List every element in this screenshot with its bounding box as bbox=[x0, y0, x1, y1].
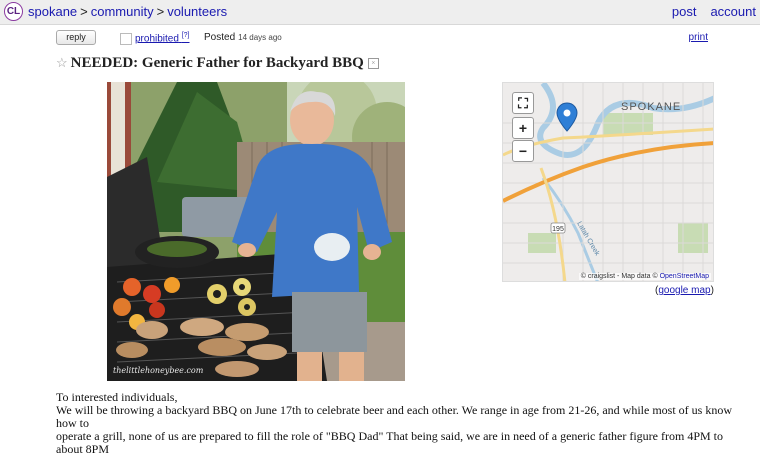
body-line: We will be throwing a backyard BBQ on Ju… bbox=[56, 403, 732, 430]
posted-date: Posted 14 days ago bbox=[204, 32, 282, 43]
bbq-photo-illustration bbox=[107, 82, 405, 381]
fullscreen-icon[interactable]: ⛶ bbox=[512, 92, 534, 114]
highway-shield-label: 195 bbox=[552, 226, 564, 233]
favorite-star-icon[interactable]: ☆ bbox=[56, 55, 68, 70]
map-tiles: 195 Latah Creek bbox=[503, 83, 713, 281]
map-city-label: SPOKANE bbox=[621, 101, 682, 113]
breadcrumb-city[interactable]: spokane bbox=[28, 4, 77, 19]
flag-checkbox[interactable] bbox=[120, 33, 132, 45]
account-link[interactable]: account bbox=[710, 4, 756, 19]
body-line: operate a grill, none of us are prepared… bbox=[56, 429, 724, 456]
posting-photo[interactable]: thelittlehoneybee.com bbox=[107, 82, 405, 381]
prohibited-label[interactable]: prohibited bbox=[135, 33, 179, 44]
reply-button[interactable]: reply bbox=[56, 30, 96, 45]
hide-posting-icon[interactable]: × bbox=[367, 58, 379, 70]
posting-title: ☆ NEEDED: Generic Father for Backyard BBQ… bbox=[56, 55, 379, 72]
posting-body: To interested individuals, We will be th… bbox=[56, 391, 746, 456]
breadcrumb-separator: > bbox=[156, 4, 165, 19]
posted-label: Posted bbox=[204, 32, 236, 43]
attribution-text: © craigslist - Map data © bbox=[580, 273, 658, 280]
posting-action-bar: reply prohibited [?] Posted 14 days ago p… bbox=[0, 28, 760, 50]
top-links: post account bbox=[658, 4, 756, 19]
prohibited-flag-link[interactable]: prohibited [?] bbox=[135, 32, 190, 44]
print-link[interactable]: print bbox=[689, 32, 708, 43]
zoom-out-button[interactable]: − bbox=[512, 140, 534, 162]
google-map-link[interactable]: google map bbox=[658, 285, 710, 296]
google-map-link-wrapper: (google map) bbox=[655, 285, 714, 296]
prohibited-help-link[interactable]: [?] bbox=[182, 32, 190, 39]
zoom-in-button[interactable]: + bbox=[512, 117, 534, 139]
breadcrumb: spokane > community > volunteers bbox=[28, 4, 227, 19]
craigslist-logo[interactable]: CL bbox=[4, 2, 23, 21]
photo-watermark: thelittlehoneybee.com bbox=[113, 366, 204, 375]
posted-ago: 14 days ago bbox=[238, 33, 282, 42]
breadcrumb-section[interactable]: community bbox=[91, 4, 154, 19]
openstreetmap-link[interactable]: OpenStreetMap bbox=[660, 273, 709, 280]
location-map[interactable]: 195 Latah Creek ⛶ + − SPOKANE © craigsli… bbox=[502, 82, 714, 282]
post-link[interactable]: post bbox=[672, 4, 697, 19]
map-attribution: © craigslist - Map data © OpenStreetMap bbox=[578, 273, 711, 280]
posting-title-text: NEEDED: Generic Father for Backyard BBQ bbox=[70, 55, 364, 71]
breadcrumb-category[interactable]: volunteers bbox=[167, 4, 227, 19]
breadcrumb-separator: > bbox=[80, 4, 88, 19]
top-bar: CL spokane > community > volunteers post acco… bbox=[0, 0, 760, 25]
